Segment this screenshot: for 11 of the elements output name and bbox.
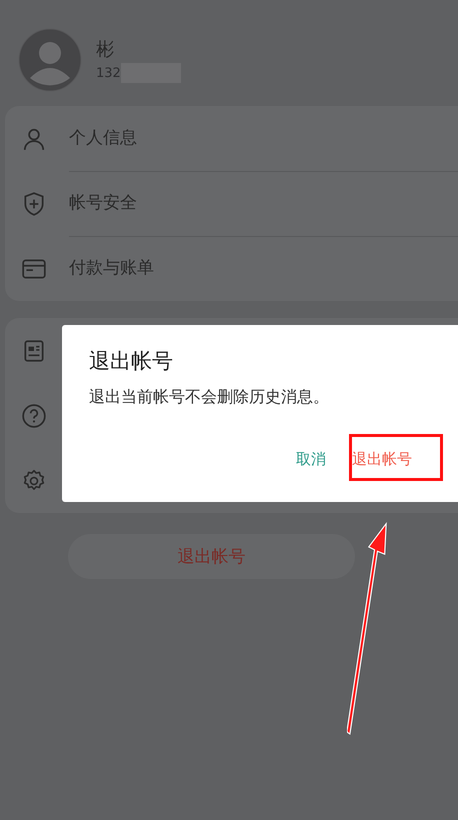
dialog-title: 退出帐号: [89, 348, 174, 375]
help-icon[interactable]: [21, 402, 47, 428]
confirm-logout-button[interactable]: 退出帐号: [352, 450, 412, 469]
cancel-button[interactable]: 取消: [296, 450, 326, 469]
menu-item[interactable]: 付款与账单: [5, 236, 458, 301]
avatar-icon: [18, 28, 82, 92]
menu-item[interactable]: 个人信息: [5, 106, 458, 171]
logout-button[interactable]: 退出帐号: [68, 534, 355, 579]
dialog-message: 退出当前帐号不会删除历史消息。: [89, 387, 330, 408]
user-name: 彬: [96, 38, 115, 61]
menu-item[interactable]: 帐号安全: [5, 171, 458, 236]
